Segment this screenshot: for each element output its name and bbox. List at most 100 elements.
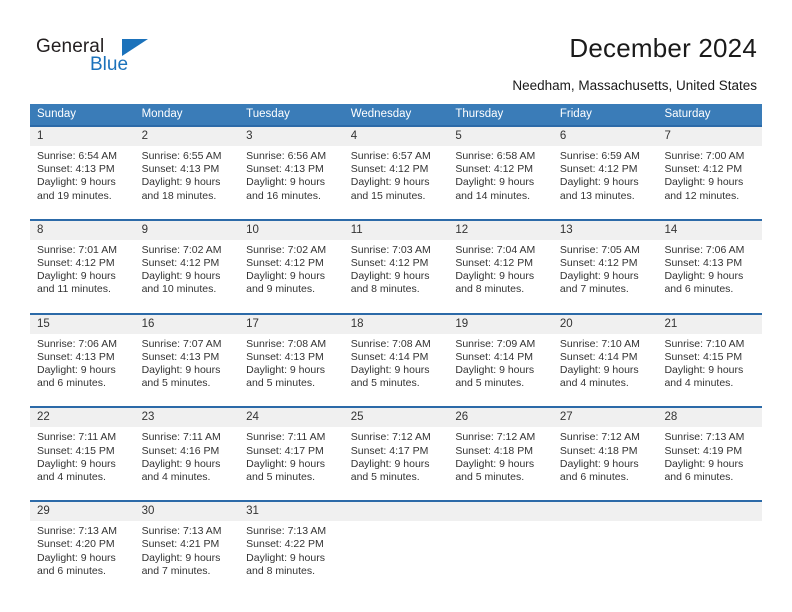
calendar-day-cell[interactable]: 27 Sunrise: 7:12 AM Sunset: 4:18 PM Dayl… — [552, 406, 658, 489]
calendar-day-cell[interactable]: 3 Sunrise: 6:56 AM Sunset: 4:13 PM Dayli… — [239, 125, 344, 207]
day-details — [344, 521, 449, 578]
daylight-text-line1: Daylight: 9 hours — [246, 457, 325, 470]
weekday-header-tuesday: Tuesday — [246, 108, 290, 120]
calendar-day-cell[interactable]: 22 Sunrise: 7:11 AM Sunset: 4:15 PM Dayl… — [30, 406, 135, 489]
sunrise-text: Sunrise: 7:08 AM — [246, 337, 327, 350]
day-number: 1 — [30, 127, 135, 146]
calendar-day-cell[interactable]: 28 Sunrise: 7:13 AM Sunset: 4:19 PM Dayl… — [657, 406, 763, 489]
daylight-text-line2: and 7 minutes. — [559, 283, 629, 296]
calendar-day-cell[interactable]: 31 Sunrise: 7:13 AM Sunset: 4:22 PM Dayl… — [239, 500, 344, 583]
daylight-text-line2: and 5 minutes. — [350, 471, 420, 484]
daylight-text-line1: Daylight: 9 hours — [559, 457, 639, 470]
calendar-day-cell[interactable]: 24 Sunrise: 7:11 AM Sunset: 4:17 PM Dayl… — [239, 406, 344, 489]
weekday-header-row: Sunday Monday Tuesday Wednesday Thursday… — [30, 104, 762, 125]
daylight-text-line1: Daylight: 9 hours — [141, 270, 221, 283]
calendar-day-cell-empty — [552, 500, 658, 583]
calendar-day-cell[interactable]: 5 Sunrise: 6:58 AM Sunset: 4:12 PM Dayli… — [448, 125, 553, 207]
daylight-text-line1: Daylight: 9 hours — [141, 551, 221, 564]
day-number: 4 — [343, 127, 449, 146]
calendar-day-cell[interactable]: 6 Sunrise: 6:59 AM Sunset: 4:12 PM Dayli… — [552, 125, 658, 207]
day-details: Sunrise: 7:01 AM Sunset: 4:12 PM Dayligh… — [30, 240, 135, 301]
daylight-text-line2: and 15 minutes. — [350, 189, 426, 202]
calendar-day-cell[interactable]: 29 Sunrise: 7:13 AM Sunset: 4:20 PM Dayl… — [30, 500, 135, 583]
day-number: 21 — [657, 314, 763, 334]
weekday-header-saturday: Saturday — [664, 108, 711, 120]
sunset-text: Sunset: 4:12 PM — [350, 257, 429, 270]
calendar-day-cell[interactable]: 20 Sunrise: 7:10 AM Sunset: 4:14 PM Dayl… — [552, 312, 658, 395]
calendar-grid: Sunday Monday Tuesday Wednesday Thursday… — [30, 104, 763, 583]
sunrise-text: Sunrise: 7:00 AM — [664, 150, 745, 162]
sunrise-text: Sunrise: 7:10 AM — [664, 337, 745, 350]
sunrise-text: Sunrise: 7:04 AM — [455, 243, 536, 256]
day-details: Sunrise: 6:54 AM Sunset: 4:13 PM Dayligh… — [30, 146, 135, 207]
calendar-day-cell[interactable]: 18 Sunrise: 7:08 AM Sunset: 4:14 PM Dayl… — [343, 312, 449, 395]
day-details — [657, 521, 762, 578]
calendar-day-cell[interactable]: 12 Sunrise: 7:04 AM Sunset: 4:12 PM Dayl… — [448, 218, 553, 301]
daylight-text-line2: and 4 minutes. — [141, 471, 211, 484]
daylight-text-line2: and 6 minutes. — [37, 564, 106, 577]
daylight-text-line2: and 18 minutes. — [141, 189, 217, 202]
daylight-text-line1: Daylight: 9 hours — [141, 364, 221, 377]
sunset-text: Sunset: 4:14 PM — [455, 350, 533, 363]
calendar-day-cell[interactable]: 19 Sunrise: 7:09 AM Sunset: 4:14 PM Dayl… — [448, 312, 553, 395]
calendar-day-cell[interactable]: 25 Sunrise: 7:12 AM Sunset: 4:17 PM Dayl… — [343, 406, 449, 489]
calendar-day-cell[interactable]: 13 Sunrise: 7:05 AM Sunset: 4:12 PM Dayl… — [552, 218, 658, 301]
calendar-day-cell[interactable]: 8 Sunrise: 7:01 AM Sunset: 4:12 PM Dayli… — [30, 218, 135, 301]
day-number: 7 — [657, 127, 763, 146]
calendar-day-cell[interactable]: 14 Sunrise: 7:06 AM Sunset: 4:13 PM Dayl… — [657, 218, 763, 301]
sunset-text: Sunset: 4:12 PM — [455, 163, 533, 176]
sunset-text: Sunset: 4:15 PM — [664, 350, 743, 363]
sunrise-text: Sunrise: 6:54 AM — [37, 150, 117, 162]
sunrise-text: Sunrise: 7:12 AM — [350, 431, 431, 444]
calendar-day-cell[interactable]: 26 Sunrise: 7:12 AM Sunset: 4:18 PM Dayl… — [448, 406, 553, 489]
logo-text-blue: Blue — [90, 54, 129, 75]
day-details: Sunrise: 6:59 AM Sunset: 4:12 PM Dayligh… — [553, 146, 658, 207]
page-header: General Blue December 2024 Needham, Mass… — [0, 0, 792, 100]
day-details — [553, 521, 658, 578]
weekday-header-friday: Friday — [559, 108, 592, 120]
page-title: December 2024 — [569, 33, 757, 63]
sunrise-text: Sunrise: 7:13 AM — [141, 525, 222, 538]
sunset-text: Sunset: 4:13 PM — [37, 163, 115, 176]
calendar-day-cell[interactable]: 16 Sunrise: 7:07 AM Sunset: 4:13 PM Dayl… — [134, 312, 240, 395]
daylight-text-line1: Daylight: 9 hours — [246, 551, 325, 564]
calendar-day-cell[interactable]: 23 Sunrise: 7:11 AM Sunset: 4:16 PM Dayl… — [134, 406, 240, 489]
calendar-day-cell[interactable]: 30 Sunrise: 7:13 AM Sunset: 4:21 PM Dayl… — [134, 500, 240, 583]
day-number: 20 — [552, 314, 658, 334]
day-details: Sunrise: 7:12 AM Sunset: 4:18 PM Dayligh… — [553, 427, 658, 488]
daylight-text-line2: and 11 minutes. — [37, 283, 111, 296]
sunset-text: Sunset: 4:17 PM — [246, 444, 324, 457]
calendar-week-row: 22 Sunrise: 7:11 AM Sunset: 4:15 PM Dayl… — [30, 406, 763, 489]
calendar-week-row: 15 Sunrise: 7:06 AM Sunset: 4:13 PM Dayl… — [30, 312, 763, 395]
day-details: Sunrise: 7:12 AM Sunset: 4:17 PM Dayligh… — [344, 427, 449, 488]
calendar-day-cell[interactable]: 10 Sunrise: 7:02 AM Sunset: 4:12 PM Dayl… — [239, 218, 344, 301]
day-details: Sunrise: 7:13 AM Sunset: 4:19 PM Dayligh… — [657, 427, 762, 488]
day-number: 16 — [134, 314, 240, 334]
calendar-day-cell[interactable]: 1 Sunrise: 6:54 AM Sunset: 4:13 PM Dayli… — [30, 125, 135, 207]
general-blue-logo[interactable]: General Blue — [36, 36, 216, 82]
calendar-day-cell[interactable]: 4 Sunrise: 6:57 AM Sunset: 4:12 PM Dayli… — [343, 125, 449, 207]
day-number: 12 — [448, 220, 553, 240]
day-details: Sunrise: 7:05 AM Sunset: 4:12 PM Dayligh… — [553, 240, 658, 301]
day-details: Sunrise: 6:57 AM Sunset: 4:12 PM Dayligh… — [344, 146, 449, 207]
calendar-day-cell-empty — [448, 500, 553, 583]
calendar-day-cell-empty — [657, 500, 763, 583]
sunrise-text: Sunrise: 7:13 AM — [37, 525, 117, 538]
calendar-day-cell[interactable]: 15 Sunrise: 7:06 AM Sunset: 4:13 PM Dayl… — [30, 312, 135, 395]
sunset-text: Sunset: 4:12 PM — [559, 163, 638, 176]
daylight-text-line1: Daylight: 9 hours — [350, 176, 430, 189]
daylight-text-line2: and 10 minutes. — [141, 283, 217, 296]
sunset-text: Sunset: 4:19 PM — [664, 444, 743, 457]
sunset-text: Sunset: 4:21 PM — [141, 538, 220, 551]
calendar-day-cell[interactable]: 11 Sunrise: 7:03 AM Sunset: 4:12 PM Dayl… — [343, 218, 449, 301]
calendar-day-cell[interactable]: 17 Sunrise: 7:08 AM Sunset: 4:13 PM Dayl… — [239, 312, 344, 395]
daylight-text-line1: Daylight: 9 hours — [246, 364, 325, 377]
sunset-text: Sunset: 4:12 PM — [455, 257, 533, 270]
calendar-day-cell[interactable]: 9 Sunrise: 7:02 AM Sunset: 4:12 PM Dayli… — [134, 218, 240, 301]
sunset-text: Sunset: 4:12 PM — [37, 257, 115, 270]
weekday-header-wednesday: Wednesday — [350, 108, 412, 120]
calendar-day-cell[interactable]: 7 Sunrise: 7:00 AM Sunset: 4:12 PM Dayli… — [657, 125, 763, 207]
calendar-day-cell[interactable]: 21 Sunrise: 7:10 AM Sunset: 4:15 PM Dayl… — [657, 312, 763, 395]
sunrise-text: Sunrise: 7:11 AM — [246, 431, 326, 444]
calendar-day-cell[interactable]: 2 Sunrise: 6:55 AM Sunset: 4:13 PM Dayli… — [134, 125, 240, 207]
